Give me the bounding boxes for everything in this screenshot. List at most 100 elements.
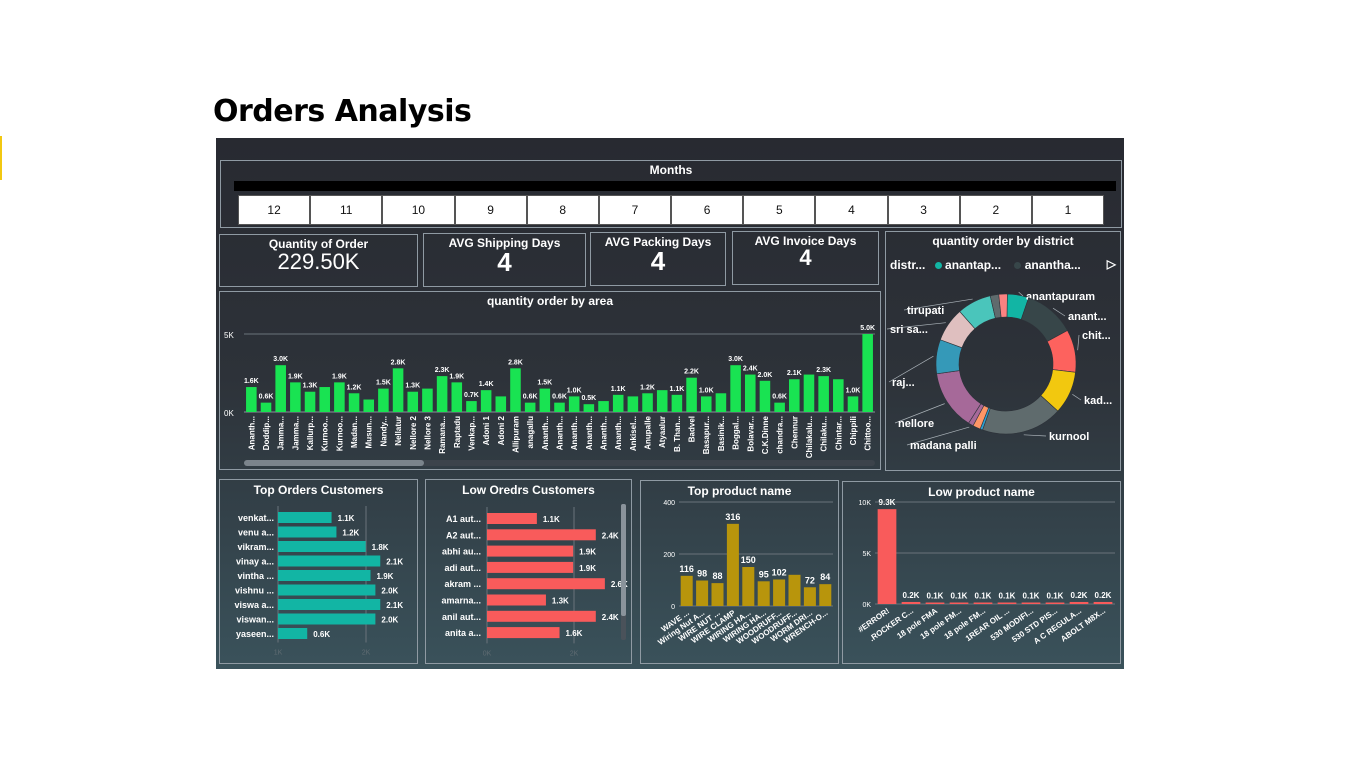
x-tick-label: Venkap... (467, 416, 476, 451)
area-bar (524, 402, 536, 412)
bar-data-label: 1.8K (372, 543, 389, 552)
x-tick-label: Ananth... (585, 416, 594, 450)
customer-bar (487, 545, 574, 557)
top-product-chart: 0200400116WAVE ...98Wiring Nut A...88WIR… (656, 500, 833, 647)
bar-data-label: 2.8K (391, 359, 406, 366)
area-bar (275, 365, 286, 412)
month-8-button[interactable]: 8 (526, 195, 599, 225)
bar-data-label: 0.1K (927, 592, 944, 601)
y-tick-label: vikram... (237, 542, 274, 552)
legend-item-2[interactable]: anantha... (1025, 258, 1081, 272)
bar-data-label: 98 (697, 569, 707, 579)
edge-marker (0, 136, 2, 180)
y-tick-label: anil aut... (442, 612, 481, 622)
legend-dot-2 (1014, 262, 1022, 269)
area-bar (422, 388, 433, 412)
bar-data-label: 2.0K (381, 616, 398, 625)
bar-data-label: 0.6K (772, 394, 787, 401)
leader-line (1072, 394, 1082, 401)
bar-data-label: 1.2K (347, 384, 362, 391)
x-tick-label: Ankisel... (629, 416, 638, 451)
area-bar (715, 393, 727, 412)
x-tick-label: Ramana... (438, 416, 447, 454)
product-bar (680, 575, 693, 606)
area-bar (671, 394, 683, 412)
top-customers-panel: Top Orders Customers 1K 2K venkat... 1.1K ve… (219, 479, 418, 664)
month-10-button[interactable]: 10 (382, 195, 455, 225)
month-12-button[interactable]: 12 (238, 195, 311, 225)
bar-data-label: 316 (725, 512, 740, 522)
product-bar (925, 602, 945, 604)
area-chart-panel: quantity order by area 5K 0K 1.6K Ananth...… (219, 291, 881, 470)
area-bar (554, 402, 565, 412)
y-tick-label: 200 (663, 552, 675, 559)
page-title: Orders Analysis (213, 94, 472, 129)
legend-next-icon[interactable]: ▷ (1107, 257, 1116, 271)
customer-bar (487, 627, 560, 639)
month-6-button[interactable]: 6 (671, 195, 744, 225)
legend-title: distr... (890, 258, 926, 272)
x-tick-label: Nellatur (394, 416, 403, 446)
area-bar (774, 402, 785, 412)
x-tick-label: Basinik... (717, 416, 726, 451)
district-donut-chart: anantapuramanant...chit...kad...kurnoolm… (886, 291, 1112, 452)
product-bar (788, 574, 801, 606)
bar-data-label: 150 (741, 555, 756, 565)
month-3-button[interactable]: 3 (887, 195, 960, 225)
month-4-button[interactable]: 4 (815, 195, 888, 225)
x-tick-label: Chilakalu... (805, 416, 814, 458)
y-tick-label: 5K (862, 551, 871, 558)
bar-data-label: 0.6K (313, 630, 330, 639)
month-2-button[interactable]: 2 (959, 195, 1032, 225)
x-tick-label: Atyaalur (658, 416, 667, 448)
month-7-button[interactable]: 7 (598, 195, 672, 225)
month-1-button[interactable]: 1 (1031, 195, 1105, 225)
bar-data-label: 2.2K (684, 369, 699, 376)
customer-bar (487, 594, 546, 606)
area-bar (290, 382, 301, 412)
x-tick-label: Chintar... (834, 416, 843, 450)
area-bar (612, 394, 624, 412)
donut-slice (982, 395, 1059, 435)
bar-data-label: 84 (820, 572, 830, 582)
customer-bar (278, 613, 376, 625)
x-tick-label: Jamma... (291, 416, 300, 450)
legend-item-1[interactable]: anantap... (945, 258, 1001, 272)
kpi-packing-card: AVG Packing Days 4 (590, 232, 726, 286)
top-customers-chart: 1K 2K venkat... 1.1K venu a... 1.2K vikram... 1… (234, 506, 403, 657)
y-tick-label: adi aut... (444, 563, 481, 573)
area-bar (348, 393, 360, 412)
bar-data-label: 1.1K (543, 515, 560, 524)
bar-data-label: 116 (679, 564, 694, 574)
bar-data-label: 0.1K (1047, 592, 1064, 601)
x-tick-label: Musun... (365, 416, 374, 448)
x-tick-label: Allipuram (511, 416, 520, 453)
customer-bar (487, 513, 537, 524)
product-bar (877, 509, 897, 604)
area-bar (319, 387, 330, 412)
month-11-button[interactable]: 11 (310, 195, 383, 225)
area-bar (304, 391, 316, 412)
slice-label: kad... (1084, 395, 1112, 407)
dashboard-canvas: Months 12 11 10 9 8 7 6 5 4 3 2 1 Quanti… (216, 138, 1124, 669)
bar-data-label: 1.0K (846, 387, 861, 394)
y-tick-label: 10K (859, 500, 872, 507)
bar-data-label: 1.9K (579, 564, 596, 573)
area-bar (363, 399, 375, 412)
product-bar (949, 602, 969, 604)
month-9-button[interactable]: 9 (454, 195, 527, 225)
month-5-button[interactable]: 5 (743, 195, 816, 225)
bar-data-label: 1.9K (377, 572, 394, 581)
area-bar (642, 393, 653, 412)
x-tick-label: Chippili (849, 416, 858, 445)
x-tick-label: Anupalle (644, 415, 653, 449)
product-bar (819, 584, 832, 606)
area-bar-chart: 5K 0K 1.6K Ananth... 0.6K Doddip... 3.0K Jamma.… (224, 325, 875, 466)
bar-data-label: 1.6K (244, 378, 259, 385)
area-bar (833, 379, 844, 412)
area-bar (700, 396, 712, 412)
area-bar (407, 391, 419, 412)
customer-bar (487, 529, 596, 541)
x-tick-label: Kallurp... (306, 416, 315, 450)
bar-data-label: 0.1K (999, 592, 1016, 601)
